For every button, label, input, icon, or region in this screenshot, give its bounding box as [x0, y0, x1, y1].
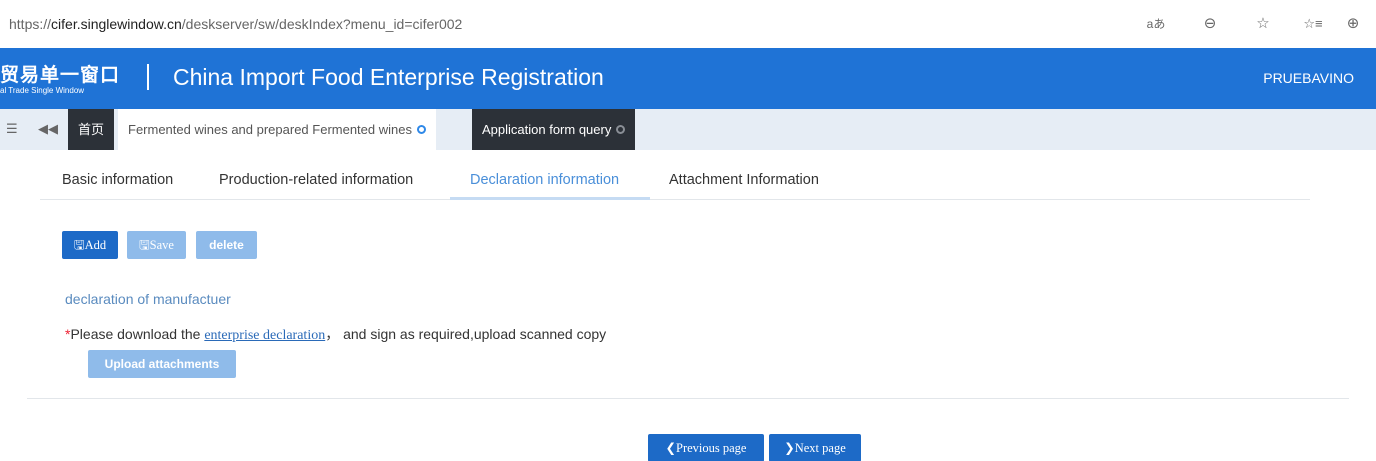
browser-address-bar: https://cifer.singlewindow.cn/deskserver… [0, 0, 1376, 48]
app-header: 贸易单一窗口 al Trade Single Window China Impo… [0, 48, 1376, 109]
subtab-declaration-information[interactable]: Declaration information [470, 172, 619, 188]
collections-icon[interactable]: ⊕ [1338, 12, 1368, 36]
subtab-divider [40, 199, 1310, 200]
read-aloud-icon[interactable]: aあ [1143, 12, 1169, 36]
url-path: /deskserver/sw/deskIndex?menu_id=cifer00… [181, 16, 463, 32]
add-button[interactable]: 🖫Add [62, 231, 118, 259]
logo-english: al Trade Single Window [0, 86, 85, 95]
header-divider [147, 64, 149, 90]
save-button[interactable]: 🖫Save [127, 231, 186, 259]
menu-icon[interactable]: ☰ [6, 121, 18, 137]
logo-chinese: 贸易单一窗口 [0, 64, 121, 86]
zoom-icon[interactable]: ⊖ [1197, 12, 1223, 36]
tab-application-form-query[interactable]: Application form query [472, 109, 636, 150]
url-field[interactable]: https://cifer.singlewindow.cn/deskserver… [9, 16, 462, 32]
subtab-production-related-information[interactable]: Production-related information [219, 172, 413, 188]
save-disk-icon: 🖫 [139, 238, 150, 252]
url-prefix: https:// [9, 16, 52, 32]
tab-application-form-query-label: Application form query [482, 122, 612, 137]
user-name[interactable]: PRUEBAVINO [1263, 70, 1354, 86]
tab-close-icon[interactable] [416, 125, 426, 135]
tab-home-label: 首页 [78, 122, 105, 137]
previous-page-button[interactable]: ❮Previous page [648, 434, 764, 461]
page-title: China Import Food Enterprise Registratio… [173, 64, 604, 90]
download-notice: *Please download the enterprise declarat… [65, 324, 606, 344]
enterprise-declaration-link[interactable]: enterprise declaration [204, 328, 325, 343]
subtab-basic-information[interactable]: Basic information [62, 172, 173, 188]
content-divider [27, 398, 1349, 399]
scroll-left-icon[interactable]: ◀◀ [38, 121, 58, 137]
chevron-left-icon: ❮ [665, 441, 676, 455]
next-page-button[interactable]: ❯Next page [769, 434, 861, 461]
delete-button[interactable]: delete [196, 231, 257, 259]
tab-fermented-wines-label: Fermented wines and prepared Fermented w… [128, 122, 412, 137]
favorites-icon[interactable]: ☆≡ [1298, 12, 1328, 36]
url-domain: cifer.singlewindow.cn [51, 16, 182, 32]
upload-attachments-button[interactable]: Upload attachments [88, 350, 236, 378]
page-tab-strip: ☰ ◀◀ 首页 Fermented wines and prepared Fer… [0, 109, 1376, 150]
favorite-add-icon[interactable]: ☆ [1250, 12, 1276, 36]
active-subtab-indicator [450, 197, 650, 200]
tab-home[interactable]: 首页 [68, 109, 115, 150]
chevron-right-icon: ❯ [784, 441, 795, 455]
section-title: declaration of manufactuer [65, 291, 231, 307]
notice-text-after: ， and sign as required,upload scanned co… [325, 326, 607, 342]
save-disk-icon: 🖫 [73, 238, 85, 252]
notice-text-before: Please download the [70, 326, 205, 342]
tab-fermented-wines[interactable]: Fermented wines and prepared Fermented w… [118, 109, 436, 150]
subtab-attachment-information[interactable]: Attachment Information [669, 172, 819, 188]
tab-close-icon[interactable] [616, 125, 626, 135]
